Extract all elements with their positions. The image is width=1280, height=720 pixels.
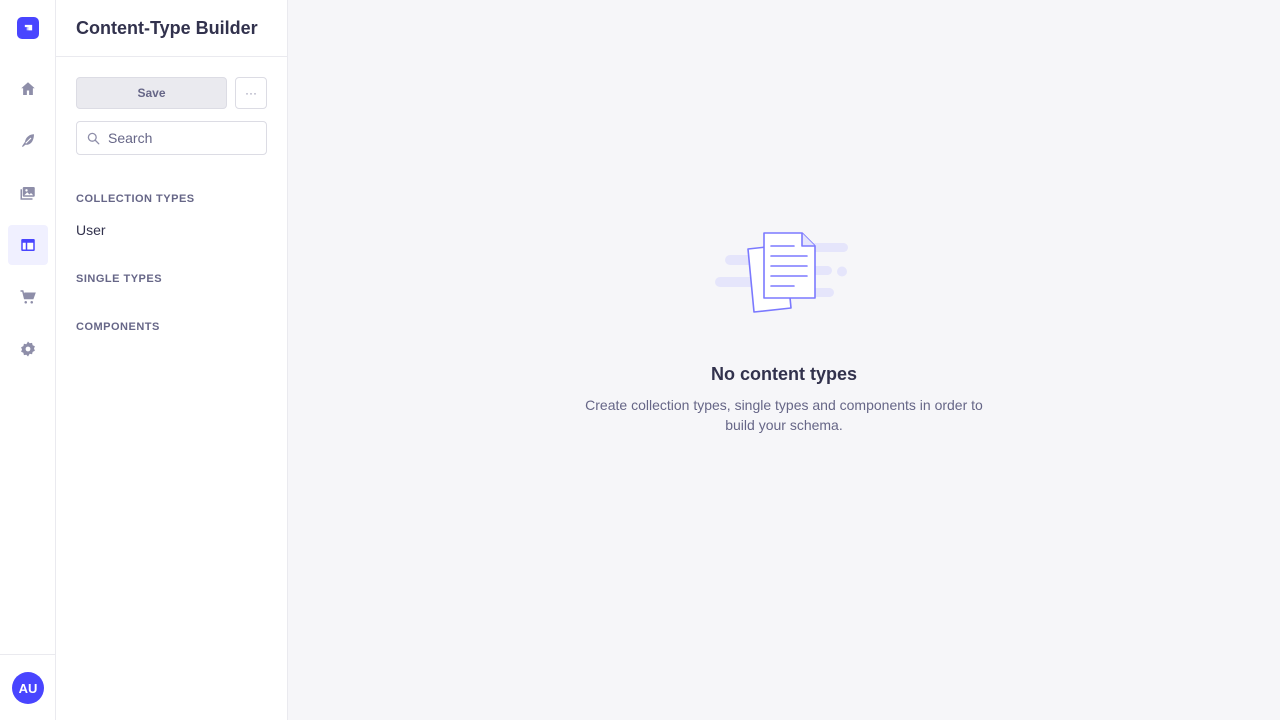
nav-settings[interactable] bbox=[8, 329, 48, 369]
empty-state: No content types Create collection types… bbox=[288, 226, 1280, 435]
cart-icon bbox=[20, 290, 36, 304]
save-button-label: Save bbox=[137, 86, 166, 100]
subnav-title: Content-Type Builder bbox=[76, 18, 258, 38]
media-icon bbox=[20, 187, 35, 200]
rail-profile-area: AU bbox=[0, 654, 56, 720]
empty-documents-illustration bbox=[715, 232, 848, 313]
search-input[interactable] bbox=[108, 130, 258, 146]
logo-icon bbox=[24, 24, 32, 30]
nav-media-library[interactable] bbox=[8, 173, 48, 213]
app-root: AU Content-Type Builder Save ··· COLLECT… bbox=[0, 0, 1280, 720]
subnav-header: Content-Type Builder bbox=[56, 0, 287, 57]
collection-type-user[interactable]: User bbox=[76, 222, 106, 238]
section-collection-types[interactable]: COLLECTION TYPES bbox=[76, 193, 195, 205]
search-icon bbox=[87, 132, 100, 144]
content-type-builder-subnav: Content-Type Builder Save ··· COLLECTION… bbox=[56, 0, 288, 720]
main-content: No content types Create collection types… bbox=[288, 0, 1280, 720]
cog-icon bbox=[21, 341, 35, 357]
avatar-initials: AU bbox=[18, 680, 38, 696]
more-icon: ··· bbox=[245, 86, 257, 100]
strapi-logo[interactable] bbox=[17, 17, 39, 39]
nav-content-type-builder[interactable] bbox=[8, 225, 48, 265]
nav-marketplace[interactable] bbox=[8, 277, 48, 317]
save-button[interactable]: Save bbox=[76, 77, 227, 109]
nav-content-manager[interactable] bbox=[8, 121, 48, 161]
home-icon bbox=[21, 82, 35, 95]
search-field[interactable] bbox=[76, 121, 267, 155]
section-components[interactable]: COMPONENTS bbox=[76, 321, 160, 333]
nav-home[interactable] bbox=[8, 69, 48, 109]
main-nav-rail: AU bbox=[0, 0, 56, 720]
layout-icon bbox=[21, 239, 35, 251]
feather-icon bbox=[22, 134, 34, 147]
empty-state-title: No content types bbox=[710, 364, 857, 384]
user-avatar[interactable]: AU bbox=[12, 672, 44, 704]
empty-state-description: Create collection types, single types an… bbox=[585, 397, 983, 433]
more-actions-button[interactable]: ··· bbox=[235, 77, 267, 109]
section-single-types[interactable]: SINGLE TYPES bbox=[76, 273, 162, 285]
